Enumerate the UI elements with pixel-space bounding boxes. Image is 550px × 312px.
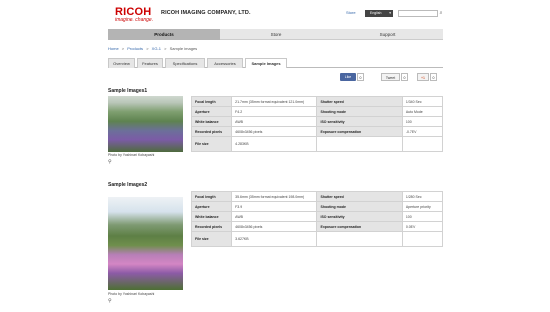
spec-value: 100 (401, 116, 444, 127)
main-nav: Products Store Support (108, 29, 443, 40)
spec-value: 3.627KB (231, 231, 318, 247)
nav-products[interactable]: Products (108, 29, 220, 40)
table-row: White balance AWB ISO sensitivity 100 (190, 116, 444, 127)
tab-sample-images[interactable]: Sample Images (245, 58, 287, 68)
spec-value: -0.7EV (401, 126, 444, 137)
spec-key: Aperture (190, 106, 233, 117)
spec-key: Shutter speed (316, 191, 403, 202)
tweet-button[interactable]: Tweet (381, 73, 400, 81)
spec-value: 0.0EV (401, 221, 444, 232)
sample-photo-2[interactable] (108, 197, 183, 290)
breadcrumb-home[interactable]: Home (108, 46, 119, 51)
spec-value: 100 (401, 211, 444, 222)
store-link[interactable]: Store (346, 10, 356, 15)
spec-value: 1/280 Sec (401, 191, 444, 202)
breadcrumb-separator: > (121, 46, 125, 51)
spec-key: Aperture (190, 201, 233, 212)
spec-key: ISO sensitivity (316, 211, 403, 222)
tab-accessories[interactable]: Accessories (207, 58, 243, 68)
zoom-icon[interactable]: ⚲ (108, 159, 112, 165)
zoom-icon[interactable]: ⚲ (108, 298, 112, 304)
spec-key: Shooting mode (316, 201, 403, 212)
tab-specifications[interactable]: Specifications (165, 58, 205, 68)
company-name: RICOH IMAGING COMPANY, LTD. (161, 10, 251, 16)
spec-value: 35.6mm (35mm format equivalent 198.0mm) (231, 191, 318, 202)
spec-value: 4.283KB (231, 136, 318, 152)
search-icon[interactable]: ⌕ (438, 10, 444, 17)
gplus-button[interactable]: +1 (417, 73, 429, 81)
logo-tagline: imagine. change. (115, 17, 154, 23)
table-row: Recorded pixels 4608x3456 pixels Exposur… (190, 221, 444, 232)
table-row: Recorded pixels 4608x3456 pixels Exposur… (190, 126, 444, 137)
search-input[interactable] (398, 10, 438, 17)
spec-key: Recorded pixels (190, 221, 233, 232)
nav-store[interactable]: Store (220, 29, 332, 40)
spec-key: Recorded pixels (190, 126, 233, 137)
gplus-count: 0 (430, 73, 437, 81)
spec-key: Focal length (190, 96, 233, 107)
photo-credit: Photo by Yoshinari Kobayashi (108, 153, 155, 157)
table-row: White balance AWB ISO sensitivity 100 (190, 211, 444, 222)
spec-empty (401, 136, 444, 152)
spec-key: ISO sensitivity (316, 116, 403, 127)
tab-overview[interactable]: Overview (108, 58, 135, 68)
facebook-like-button[interactable]: Like (340, 73, 356, 81)
breadcrumb-xg1[interactable]: XG-1 (152, 46, 161, 51)
spec-key: File size (190, 136, 233, 152)
table-row: File size 3.627KB (190, 231, 444, 247)
language-select[interactable]: English ▾ (365, 10, 393, 17)
spec-value: AWB (231, 211, 318, 222)
spec-key: Exposure compensation (316, 126, 403, 137)
nav-support[interactable]: Support (332, 29, 443, 40)
spec-value: AWB (231, 116, 318, 127)
sample-photo-1[interactable] (108, 96, 183, 152)
spec-key: Exposure compensation (316, 221, 403, 232)
breadcrumb: Home > Products > XG-1 > Sample images (108, 46, 199, 51)
spec-key: White balance (190, 116, 233, 127)
spec-empty (316, 136, 403, 152)
spec-value: 21.7mm (35mm format equivalent 121.0mm) (231, 96, 318, 107)
spec-value: 4608x3456 pixels (231, 126, 318, 137)
spec-value: 1/340 Sec (401, 96, 444, 107)
gplus-label: +1 (421, 76, 425, 80)
product-tabs: Overview Features Specifications Accesso… (108, 57, 443, 68)
spec-value: Aperture priority (401, 201, 444, 212)
table-row: Focal length 35.6mm (35mm format equival… (190, 191, 444, 202)
tweet-count: 0 (401, 73, 408, 81)
sample-title: Sample Images2 (108, 182, 148, 188)
spec-value: F3.9 (231, 201, 318, 212)
sample-title: Sample Images1 (108, 88, 148, 94)
breadcrumb-separator: > (146, 46, 149, 51)
spec-value: Auto Mode (401, 106, 444, 117)
spec-value: 4608x3456 pixels (231, 221, 318, 232)
spec-table-1: Focal length 21.7mm (35mm format equival… (190, 96, 444, 152)
spec-table-2: Focal length 35.6mm (35mm format equival… (190, 191, 444, 247)
spec-key: Shutter speed (316, 96, 403, 107)
breadcrumb-products[interactable]: Products (127, 46, 143, 51)
spec-key: Focal length (190, 191, 233, 202)
spec-empty (316, 231, 403, 247)
table-row: Aperture F4.2 Shooting mode Auto Mode (190, 106, 444, 117)
site-header: RICOH imagine. change. RICOH IMAGING COM… (0, 0, 550, 28)
spec-key: Shooting mode (316, 106, 403, 117)
tab-features[interactable]: Features (137, 58, 163, 68)
table-row: Aperture F3.9 Shooting mode Aperture pri… (190, 201, 444, 212)
photo-credit: Photo by Yoshinari Kobayashi (108, 292, 155, 296)
like-count: 0 (357, 73, 364, 81)
table-row: File size 4.283KB (190, 136, 444, 152)
table-row: Focal length 21.7mm (35mm format equival… (190, 96, 444, 107)
spec-empty (401, 231, 444, 247)
language-label: English (370, 11, 382, 15)
spec-value: F4.2 (231, 106, 318, 117)
chevron-down-icon: ▾ (389, 11, 391, 15)
spec-key: File size (190, 231, 233, 247)
breadcrumb-separator: > (164, 46, 167, 51)
like-label: Like (344, 75, 352, 79)
tweet-label: Tweet (385, 76, 396, 80)
spec-key: White balance (190, 211, 233, 222)
breadcrumb-current: Sample images (169, 46, 198, 51)
